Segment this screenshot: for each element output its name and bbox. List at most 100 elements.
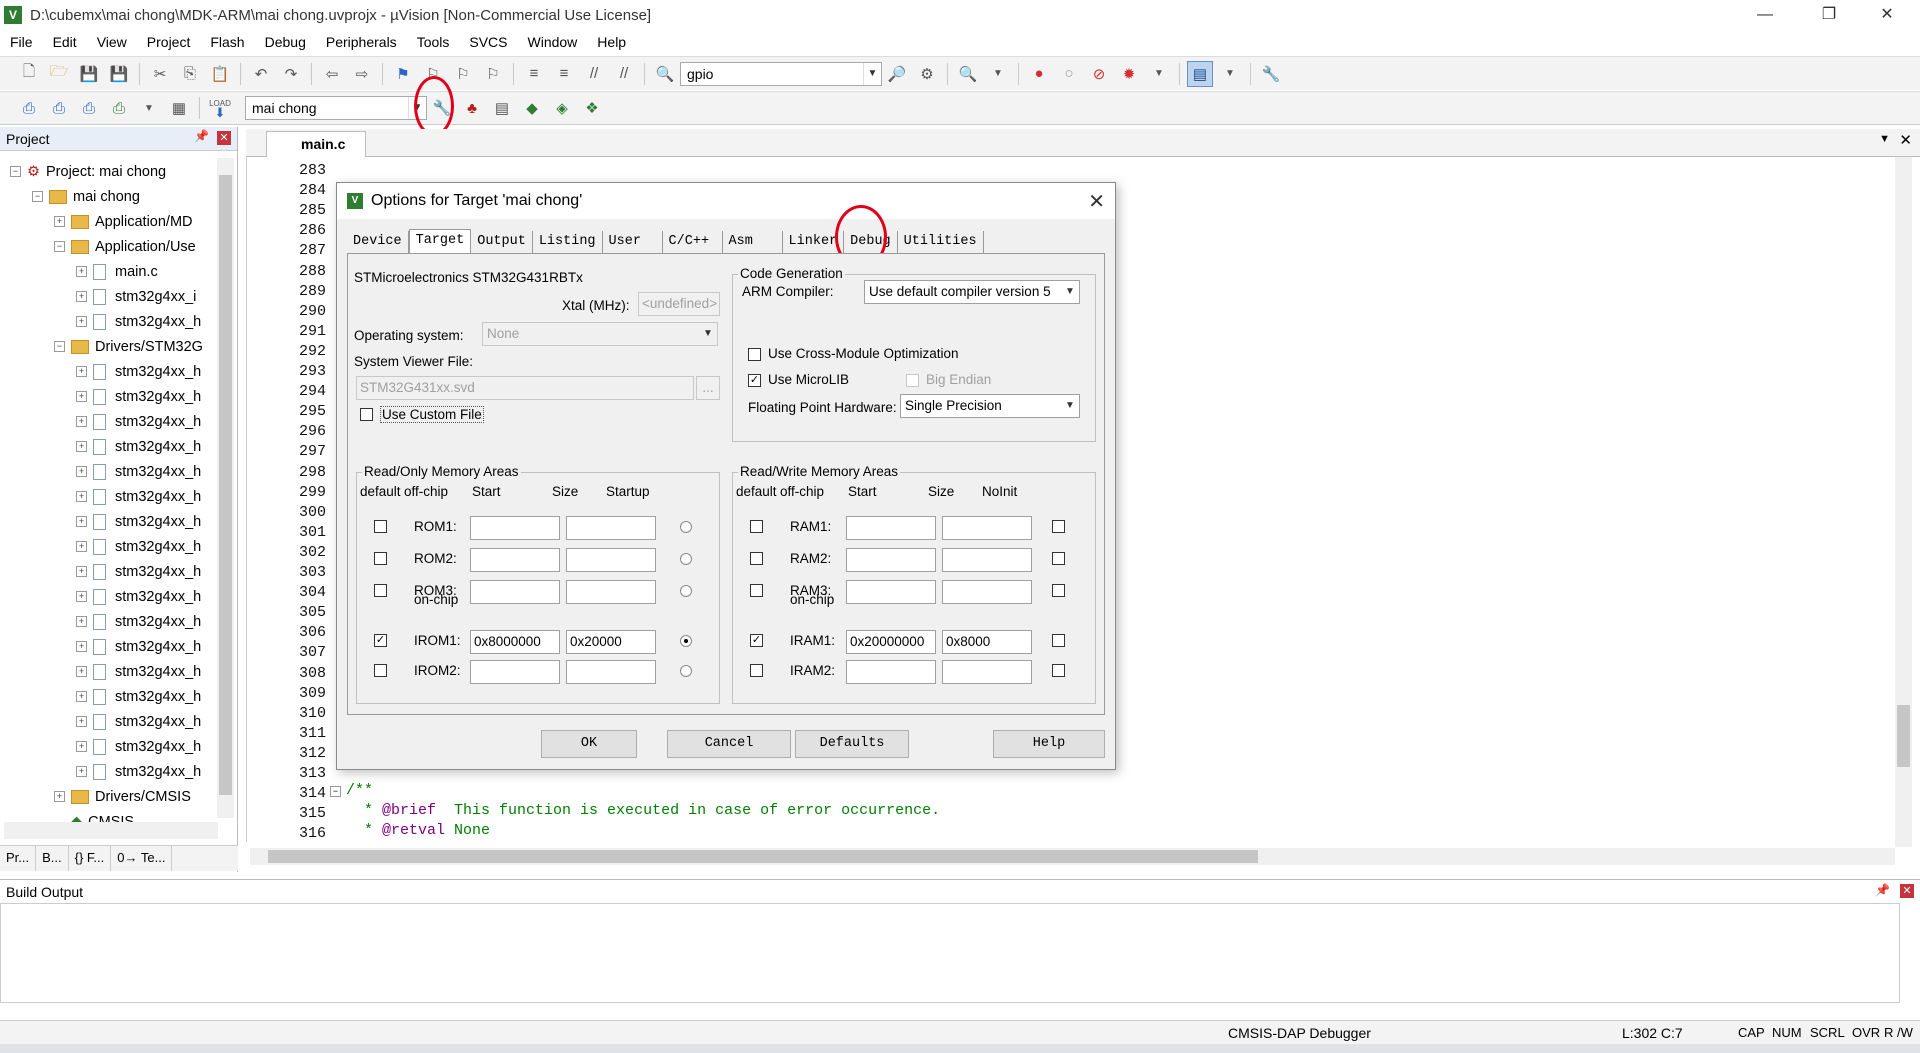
kill-breakpoints-icon[interactable]: ✹ xyxy=(1116,61,1142,87)
menu-svcs[interactable]: SVCS xyxy=(459,30,517,55)
tab-asm[interactable]: Asm xyxy=(723,231,783,253)
minimize-button[interactable]: — xyxy=(1742,0,1788,30)
default-checkbox[interactable] xyxy=(374,664,387,677)
target-select[interactable]: mai chong ▼ xyxy=(245,96,427,120)
start-address-field[interactable] xyxy=(846,660,936,684)
expand-icon[interactable]: + xyxy=(76,466,87,477)
disable-all-breakpoints-icon[interactable]: ⊘ xyxy=(1086,61,1112,87)
tree-item[interactable]: + stm32g4xx_h xyxy=(76,759,201,784)
chevron-down-icon[interactable]: ▼ xyxy=(1217,61,1243,87)
file-extensions-icon[interactable]: ♣ xyxy=(459,95,485,121)
expand-icon[interactable]: + xyxy=(76,666,87,677)
default-checkbox[interactable]: ✓ xyxy=(374,634,387,647)
menu-flash[interactable]: Flash xyxy=(200,30,254,55)
tree-item[interactable]: + stm32g4xx_h xyxy=(76,734,201,759)
tab-main-c[interactable]: main.c xyxy=(266,131,366,157)
save-all-icon[interactable]: 💾 xyxy=(106,61,132,87)
os-select[interactable]: None ▼ xyxy=(482,322,718,346)
default-checkbox[interactable] xyxy=(750,664,763,677)
stop-build-icon[interactable]: ▦ xyxy=(166,95,192,121)
tree-item[interactable]: + stm32g4xx_h xyxy=(76,634,201,659)
tree-item[interactable]: + stm32g4xx_h xyxy=(76,359,201,384)
size-field[interactable] xyxy=(942,580,1032,604)
tree-item[interactable]: + stm32g4xx_h xyxy=(76,609,201,634)
tree-item[interactable]: + stm32g4xx_h xyxy=(76,384,201,409)
start-address-field[interactable] xyxy=(470,516,560,540)
comment-icon[interactable]: // xyxy=(581,61,607,87)
manage-rte-icon[interactable]: ❖ xyxy=(579,95,605,121)
build-output-pane[interactable] xyxy=(0,903,1900,1003)
tab-output[interactable]: Output xyxy=(471,231,533,253)
microlib-checkbox[interactable]: ✓ xyxy=(748,374,761,387)
editor-vscrollbar-thumb[interactable] xyxy=(1897,705,1910,767)
tree-item[interactable]: − Application/Use xyxy=(54,234,196,259)
tree-item[interactable]: − mai chong xyxy=(32,184,140,209)
size-field[interactable]: 0x8000 xyxy=(942,630,1032,654)
startup-radio[interactable] xyxy=(680,635,692,647)
pack-installer-icon[interactable]: ◆ xyxy=(519,95,545,121)
configure-wrench-icon[interactable]: 🔧 xyxy=(1258,61,1284,87)
tree-item[interactable]: + stm32g4xx_h xyxy=(76,459,201,484)
startup-radio[interactable] xyxy=(680,585,692,597)
expand-icon[interactable]: + xyxy=(76,366,87,377)
chevron-down-icon[interactable]: ▼ xyxy=(1146,61,1172,87)
collapse-icon[interactable]: − xyxy=(32,191,43,202)
start-address-field[interactable] xyxy=(846,516,936,540)
next-bookmark-icon[interactable]: ⚐ xyxy=(450,61,476,87)
xtal-field[interactable]: <undefined> xyxy=(638,292,720,316)
tree-item[interactable]: + Application/MD xyxy=(54,209,193,234)
tab-device[interactable]: Device xyxy=(347,231,409,253)
cancel-button[interactable]: Cancel xyxy=(667,730,791,758)
expand-icon[interactable]: + xyxy=(76,291,87,302)
expand-icon[interactable]: + xyxy=(76,491,87,502)
cut-icon[interactable]: ✂ xyxy=(147,61,173,87)
svd-field[interactable]: STM32G431xx.svd xyxy=(356,376,694,400)
tree-item[interactable]: + stm32g4xx_i xyxy=(76,284,196,309)
expand-icon[interactable]: + xyxy=(76,266,87,277)
size-field[interactable]: 0x20000 xyxy=(566,630,656,654)
find-in-files-icon[interactable]: 🔍 xyxy=(652,61,678,87)
find-replace-icon[interactable]: ⚙ xyxy=(914,61,940,87)
batch-build-icon[interactable]: ⎙ xyxy=(106,95,132,121)
start-address-field[interactable] xyxy=(470,548,560,572)
cross-module-checkbox[interactable] xyxy=(748,348,761,361)
noinit-checkbox[interactable] xyxy=(1052,584,1065,597)
undo-icon[interactable]: ↶ xyxy=(248,61,274,87)
chevron-down-icon[interactable]: ▼ xyxy=(699,323,717,345)
fold-toggle-icon[interactable]: − xyxy=(330,786,341,797)
tree-item[interactable]: + stm32g4xx_h xyxy=(76,509,201,534)
tab-list-chevron-icon[interactable]: ▼ xyxy=(1879,133,1890,145)
expand-icon[interactable]: + xyxy=(76,766,87,777)
open-file-icon[interactable]: 🗁 xyxy=(46,61,72,87)
expand-icon[interactable]: + xyxy=(76,516,87,527)
tab-functions[interactable]: {} F... xyxy=(69,846,112,871)
menu-window[interactable]: Window xyxy=(518,30,588,55)
default-checkbox[interactable]: ✓ xyxy=(750,634,763,647)
start-address-field[interactable] xyxy=(470,660,560,684)
translate-icon[interactable]: ⎙ xyxy=(16,95,42,121)
nav-forward-icon[interactable]: ⇨ xyxy=(349,61,375,87)
redo-icon[interactable]: ↷ xyxy=(278,61,304,87)
menu-project[interactable]: Project xyxy=(137,30,201,55)
noinit-checkbox[interactable] xyxy=(1052,664,1065,677)
indent-icon[interactable]: ≡ xyxy=(521,61,547,87)
default-checkbox[interactable] xyxy=(374,552,387,565)
expand-icon[interactable]: + xyxy=(76,541,87,552)
tab-user[interactable]: User xyxy=(603,231,663,253)
paste-icon[interactable]: 📋 xyxy=(207,61,233,87)
start-address-field[interactable] xyxy=(846,580,936,604)
pin-icon[interactable]: 📌 xyxy=(1875,883,1890,897)
new-file-icon[interactable]: 🗋 xyxy=(16,61,42,87)
close-icon[interactable]: ✕ xyxy=(1088,189,1105,214)
default-checkbox[interactable] xyxy=(374,584,387,597)
build-icon[interactable]: ⎙ xyxy=(46,95,72,121)
start-address-field[interactable]: 0x8000000 xyxy=(470,630,560,654)
tree-item[interactable]: + stm32g4xx_h xyxy=(76,309,201,334)
chevron-down-icon[interactable]: ▼ xyxy=(863,62,881,85)
compiler-select[interactable]: Use default compiler version 5 ▼ xyxy=(864,280,1080,304)
size-field[interactable] xyxy=(566,660,656,684)
restore-button[interactable]: ❐ xyxy=(1806,0,1852,30)
defaults-button[interactable]: Defaults xyxy=(795,730,909,758)
tree-item[interactable]: + stm32g4xx_h xyxy=(76,434,201,459)
bookmark-icon[interactable]: ⚑ xyxy=(390,61,416,87)
